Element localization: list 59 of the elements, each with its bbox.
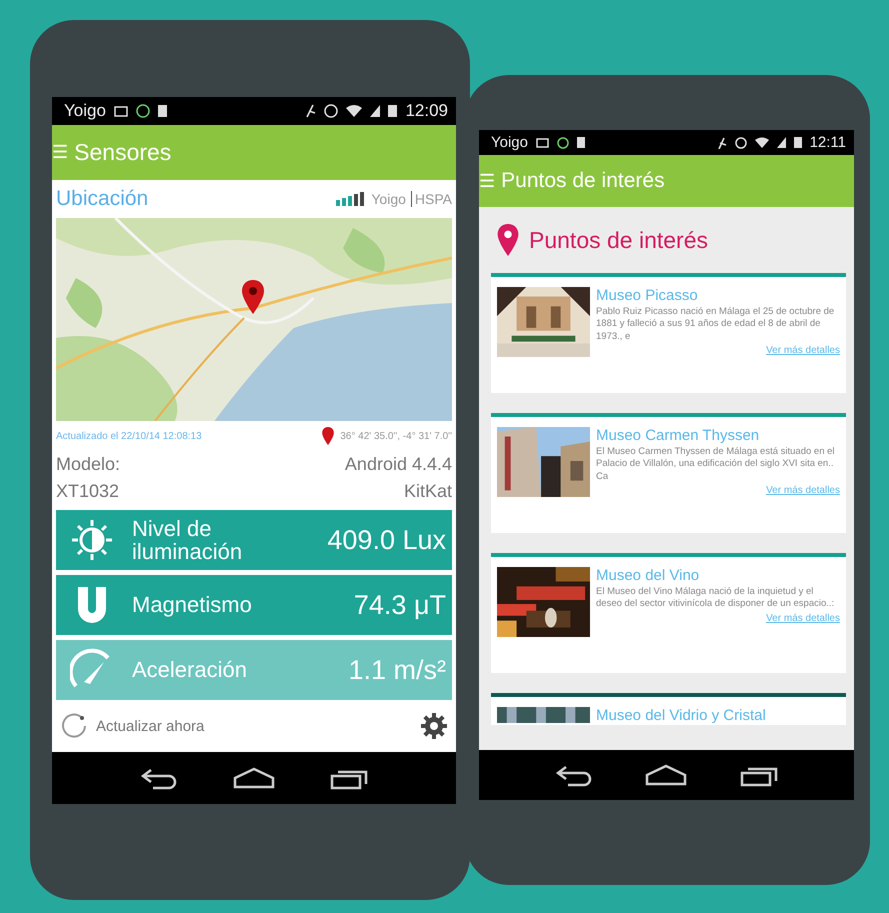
signal-icon	[776, 137, 786, 148]
screen-icon	[536, 138, 549, 148]
wifi-icon	[754, 137, 769, 148]
place-title: Museo Carmen Thyssen	[596, 427, 760, 444]
sensor-reading: 1.1 m/s²	[348, 654, 446, 686]
details-link[interactable]: Ver más detalles	[766, 485, 840, 496]
device-value: KitKat	[404, 481, 452, 502]
sensor-reading: 409.0 Lux	[327, 524, 446, 556]
app-title: Sensores	[74, 139, 172, 166]
place-card[interactable]: Museo del Vidrio y Cristal	[491, 693, 846, 725]
sensor-reading: 74.3 μT	[354, 590, 446, 620]
back-icon[interactable]	[138, 766, 179, 790]
menu-icon[interactable]: ☰	[52, 142, 68, 163]
sensor-name: Magnetismo	[132, 593, 253, 617]
location-pin-icon	[497, 224, 519, 256]
place-title: Museo del Vidrio y Cristal	[596, 707, 767, 724]
circle-icon	[136, 104, 150, 118]
place-title: Museo del Vino	[596, 567, 700, 584]
place-description: El Museo del Vino Málaga nació de la inquietud y el deseo del sector vitivinícola de disponer de un espacio..:	[596, 586, 836, 611]
sensor-name: Aceleración	[132, 658, 248, 682]
status-time: 12:11	[810, 134, 846, 151]
place-description: Pablo Ruiz Picasso nació en Málaga el 25 de octubre de 1881 y falleció a sus 91 años de edad el 8 de abril de 1973., e	[596, 306, 836, 344]
signal-icon	[370, 105, 380, 117]
refresh-button[interactable]: Actualizar ahora	[60, 712, 204, 740]
page-heading: Puntos de interés	[529, 226, 708, 254]
brightness-icon	[70, 518, 114, 562]
place-card[interactable]: Museo Picasso Pablo Ruiz Picasso nació en Málaga el 25 de octubre de 1881 y falleció a sus 91 años de edad el 8 de abril de 1973., e Ver más detalles	[491, 273, 846, 393]
battery-icon	[794, 137, 802, 148]
place-card[interactable]: Museo del Vino El Museo del Vino Málaga nació de la inquietud y el deseo del sector vitivinícola de disponer de un espacio..: Ver más detalles	[491, 553, 846, 673]
app-title: Puntos de interés	[501, 169, 665, 193]
network-type: HSPA	[410, 191, 452, 207]
section-title: Ubicación	[56, 187, 148, 211]
home-icon[interactable]	[232, 766, 276, 790]
menu-icon[interactable]: ☰	[479, 170, 496, 192]
device-label: XT1032	[56, 481, 120, 502]
place-card[interactable]: Museo Carmen Thyssen El Museo Carmen Thyssen de Málaga está situado en el Palacio de Villalón, una edificación del siglo XVI sita en.. Ca Ver más detalles	[491, 413, 846, 533]
circle-icon	[557, 136, 569, 148]
battery-icon	[388, 105, 398, 117]
device-value: Android 4.4.4	[344, 454, 452, 475]
status-time: 12:09	[405, 101, 448, 121]
sensor-name: Nivel de iluminación	[132, 516, 244, 564]
location-pin-icon	[322, 427, 334, 445]
wifi-icon	[346, 105, 362, 117]
device-label: Modelo:	[56, 454, 120, 475]
coordinates: 36° 42' 35.0'', -4° 31' 7.0''	[340, 430, 452, 442]
details-link[interactable]: Ver más detalles	[766, 612, 840, 624]
details-link[interactable]: Ver más detalles	[766, 345, 840, 356]
home-icon[interactable]	[644, 763, 688, 787]
network-name: Yoigo	[371, 191, 406, 207]
updated-timestamp: Actualizado el 22/10/14 12:08:13	[56, 430, 202, 442]
map-pin-icon[interactable]	[242, 280, 264, 314]
signal-icon	[336, 192, 366, 206]
place-title: Museo Picasso	[596, 287, 699, 304]
carrier-name: Yoigo	[491, 134, 528, 151]
settings-icon[interactable]	[420, 712, 448, 740]
carrier-name: Yoigo	[64, 101, 106, 121]
screen-icon	[114, 106, 128, 116]
refresh-icon	[60, 712, 88, 740]
place-description: El Museo Carmen Thyssen de Málaga está situado en el Palacio de Villalón, una edificación del siglo XVI sita en.. Ca	[596, 446, 836, 484]
